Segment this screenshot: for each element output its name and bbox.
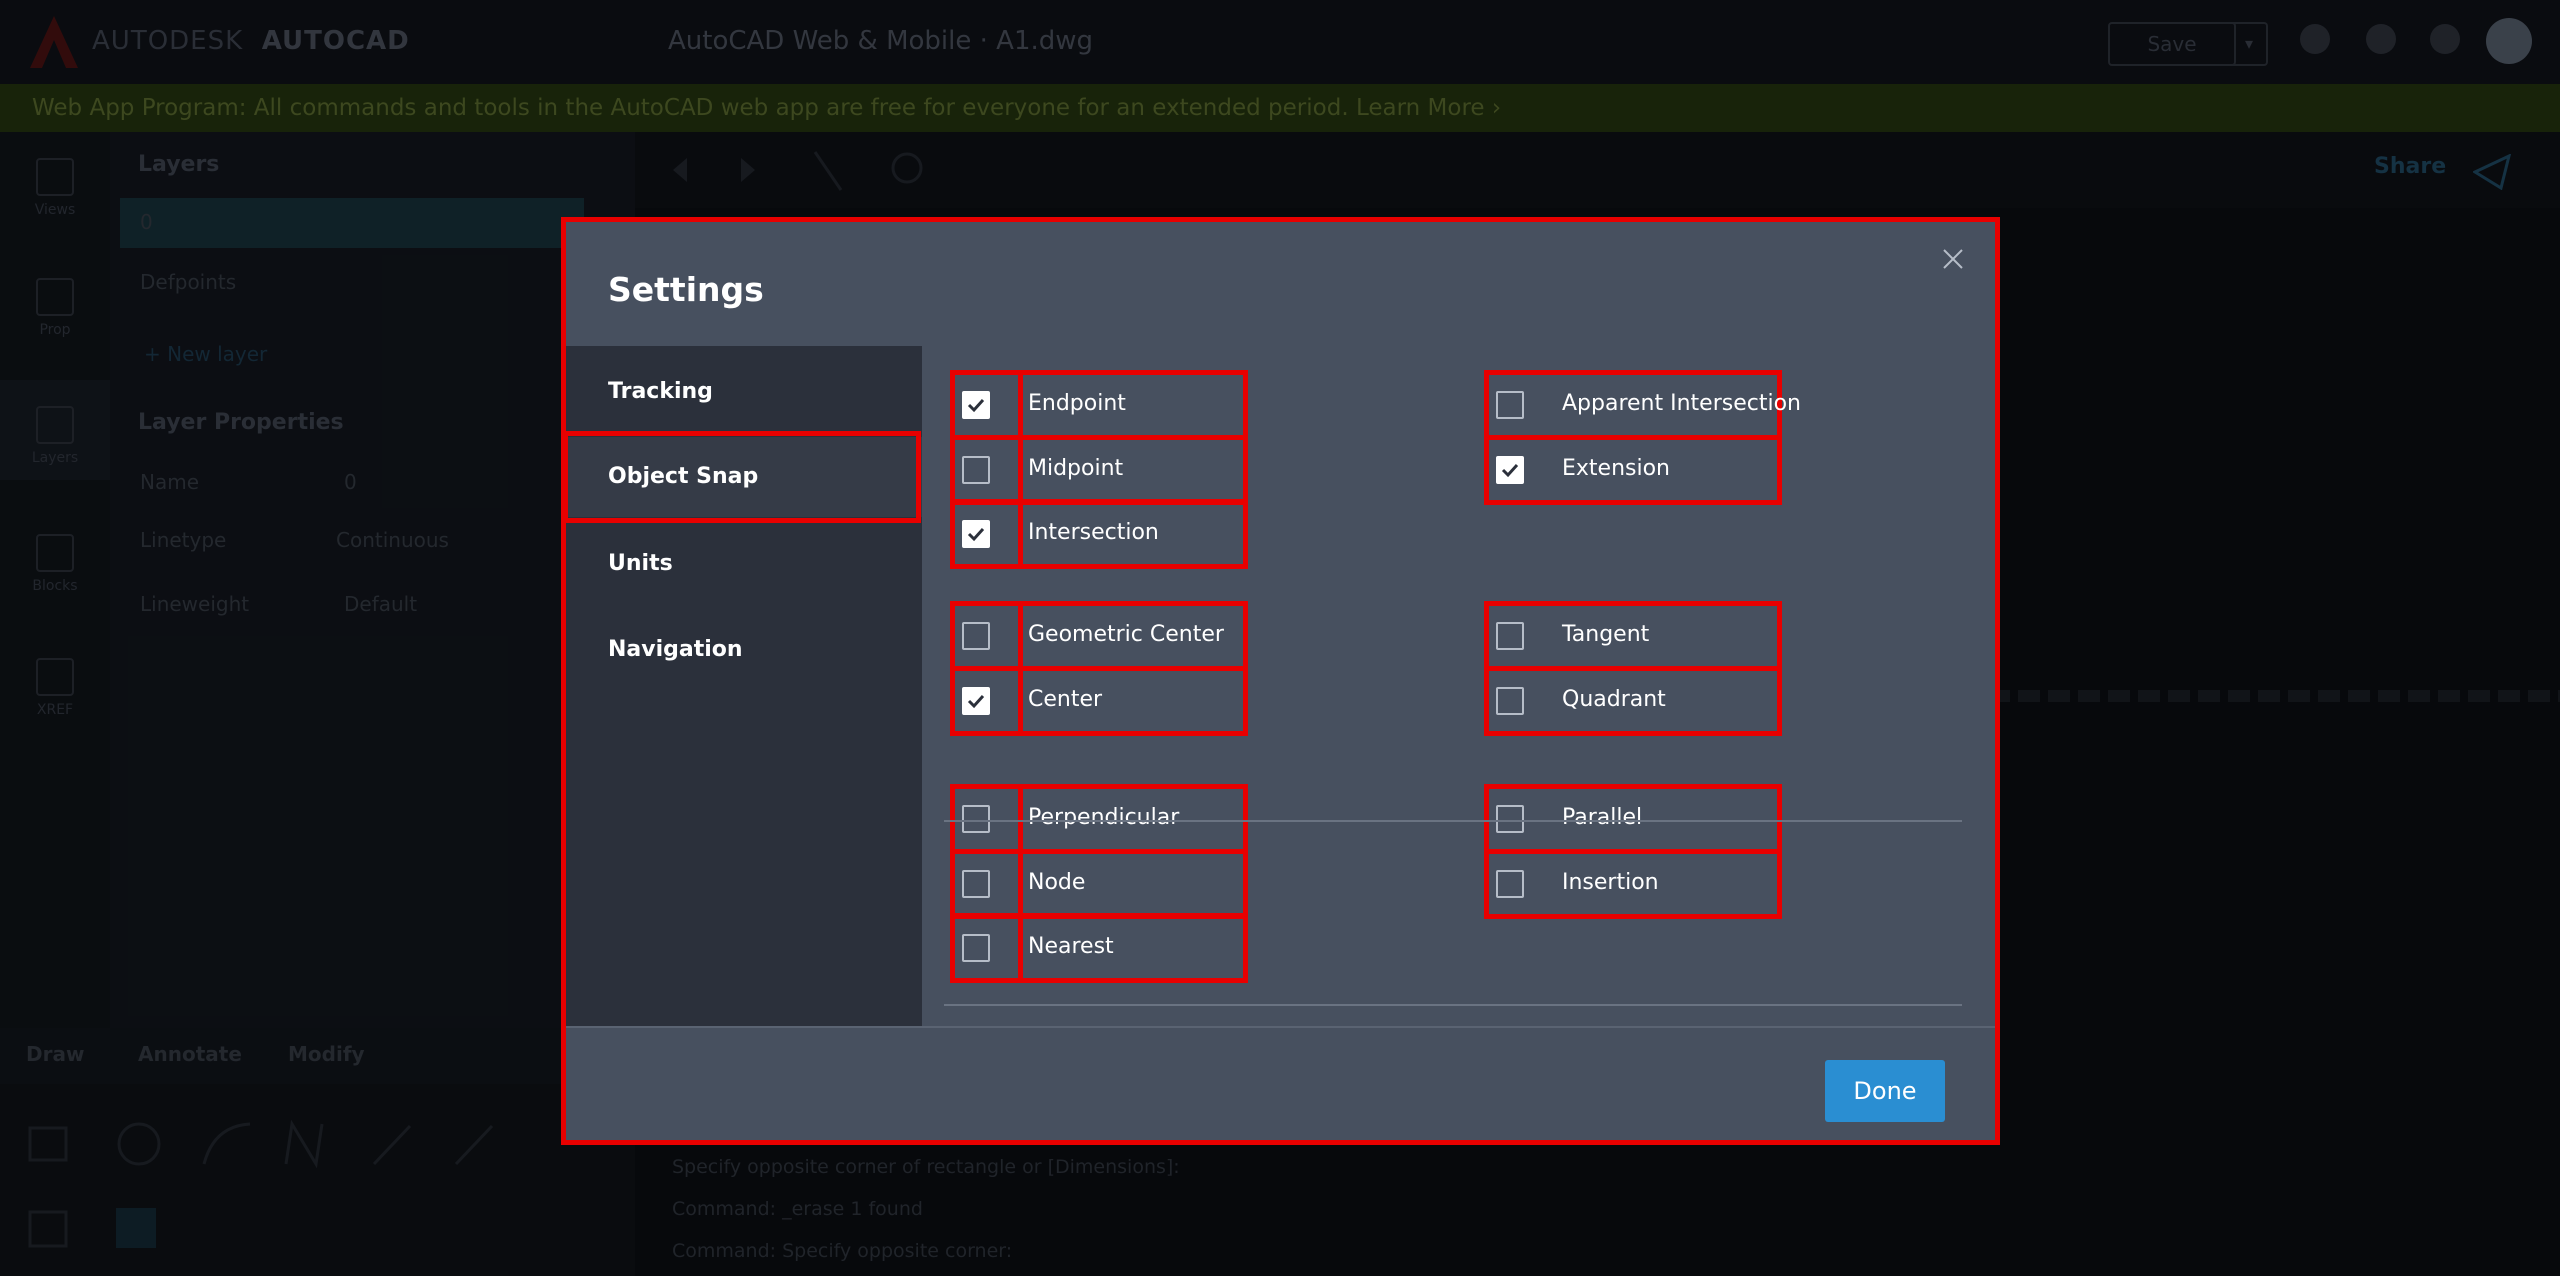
dialog-highlight-frame — [561, 217, 2000, 1145]
tab-highlight-frame — [563, 431, 921, 523]
